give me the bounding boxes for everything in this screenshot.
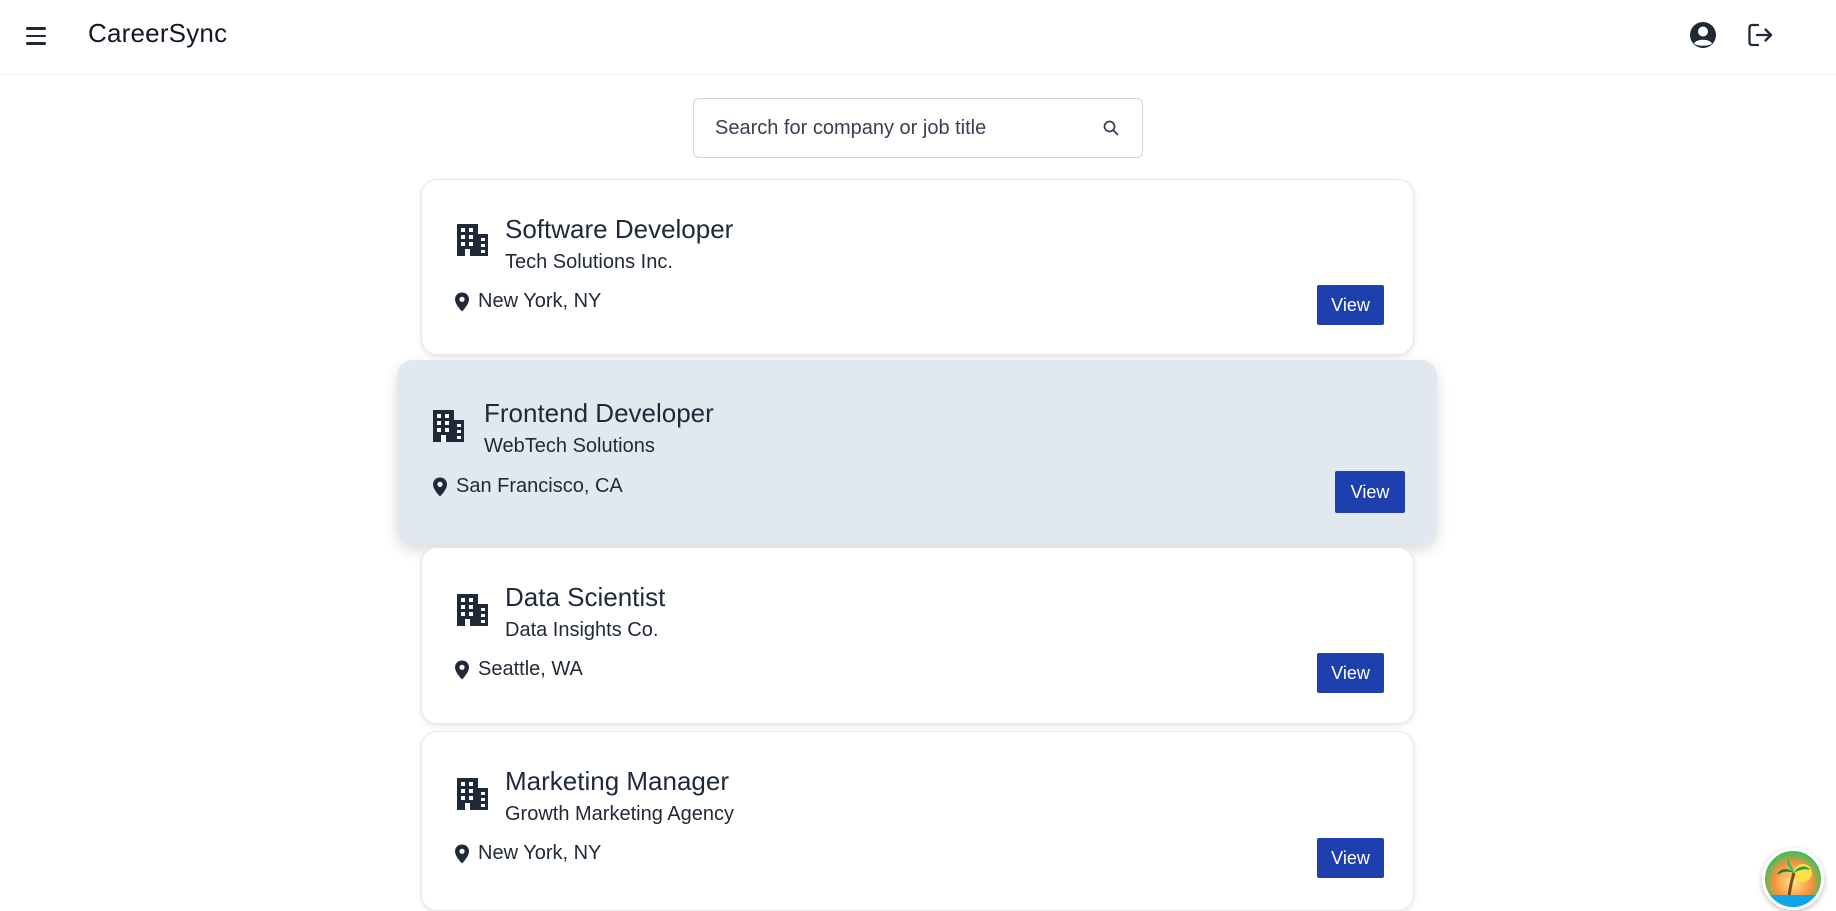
menu-bar	[26, 42, 46, 45]
logout-icon[interactable]	[1744, 19, 1776, 51]
job-card[interactable]: Frontend Developer WebTech Solutions San…	[397, 360, 1437, 544]
app-title[interactable]: CareerSync	[88, 18, 227, 49]
search-box	[693, 98, 1143, 158]
map-pin-icon	[432, 477, 448, 497]
view-button[interactable]: View	[1317, 653, 1384, 693]
job-title: Data Scientist	[505, 582, 666, 612]
job-location: San Francisco, CA	[456, 475, 623, 497]
job-title: Marketing Manager	[505, 766, 729, 796]
search-icon[interactable]	[1102, 119, 1120, 137]
view-button[interactable]: View	[1317, 285, 1384, 325]
search-input[interactable]	[713, 99, 1083, 157]
map-pin-icon	[454, 844, 470, 864]
company-name: Data Insights Co.	[505, 619, 659, 641]
building-icon	[455, 593, 489, 627]
user-circle-icon[interactable]	[1687, 19, 1719, 51]
job-location: New York, NY	[478, 842, 602, 864]
palm-tree-icon	[1765, 859, 1821, 907]
menu-bar	[26, 27, 46, 30]
job-title: Software Developer	[505, 214, 734, 244]
job-card[interactable]: Data Scientist Data Insights Co. Seattle…	[421, 547, 1414, 724]
company-name: Tech Solutions Inc.	[505, 251, 673, 273]
floating-assistant-icon[interactable]	[1762, 848, 1824, 910]
map-pin-icon	[454, 660, 470, 680]
view-button[interactable]: View	[1335, 471, 1405, 513]
job-card[interactable]: Software Developer Tech Solutions Inc. N…	[421, 179, 1414, 355]
view-button[interactable]: View	[1317, 838, 1384, 878]
building-icon	[455, 777, 489, 811]
job-title: Frontend Developer	[484, 398, 714, 428]
job-location: New York, NY	[478, 290, 602, 312]
company-name: WebTech Solutions	[484, 435, 655, 457]
map-pin-icon	[454, 292, 470, 312]
menu-bar	[26, 34, 46, 38]
top-navbar: CareerSync	[0, 0, 1836, 75]
job-location: Seattle, WA	[478, 658, 583, 680]
company-name: Growth Marketing Agency	[505, 803, 734, 825]
job-card[interactable]: Marketing Manager Growth Marketing Agenc…	[421, 731, 1414, 911]
building-icon	[431, 409, 465, 443]
building-icon	[455, 223, 489, 257]
hamburger-menu-icon[interactable]	[22, 23, 52, 49]
